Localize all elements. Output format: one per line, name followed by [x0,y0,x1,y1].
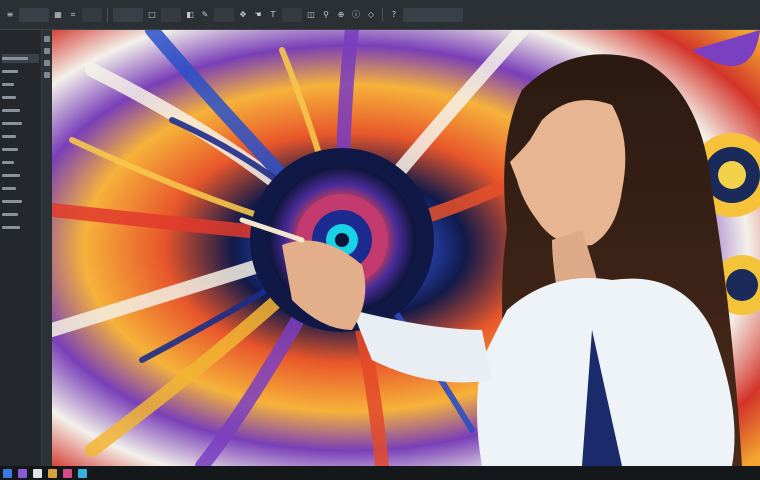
app-icon[interactable] [63,468,72,478]
shape-icon[interactable]: ◇ [365,8,377,22]
tool-strip [42,30,52,466]
start-icon[interactable] [3,468,12,478]
tool-icon[interactable] [44,60,50,66]
panel-item[interactable] [2,158,39,167]
photo-editor-window: ≡ ▦ ⌗ □ ◧ ✎ ✥ ☚ T ◫ ⚲ ⊕ ⓘ ◇ ? [0,0,760,480]
tool-preset-button[interactable] [82,7,102,22]
toolbar-divider [382,7,383,22]
workspace-button[interactable] [403,7,463,22]
eraser-icon[interactable]: ◫ [305,8,317,22]
pen-icon[interactable]: ✎ [199,8,211,22]
files-icon[interactable] [48,468,57,478]
panel-item[interactable] [2,171,39,180]
panel-item[interactable] [2,184,39,193]
panel-item[interactable] [2,132,39,141]
toolbar-divider [107,7,108,22]
opacity-button[interactable] [214,7,234,22]
zoom-icon[interactable]: ⊕ [335,8,347,22]
media-icon[interactable] [33,468,42,478]
panel-item[interactable] [2,93,39,102]
brush-options-button[interactable] [161,7,181,22]
layer-icon[interactable]: ◧ [184,8,196,22]
tool-icon[interactable] [44,72,50,78]
tool-icon[interactable] [44,36,50,42]
panel-item[interactable] [2,210,39,219]
flow-button[interactable] [282,7,302,22]
panel-item[interactable] [2,223,39,232]
artwork-illustration [52,30,760,466]
tool-icon[interactable] [44,48,50,54]
menu-icon[interactable]: ≡ [4,8,16,22]
panel-item[interactable] [2,80,39,89]
file-tab-button[interactable] [19,7,49,22]
info-icon[interactable]: ⓘ [350,8,362,22]
panel-item[interactable] [2,67,39,76]
square-icon[interactable]: □ [146,8,158,22]
move-icon[interactable]: ✥ [237,8,249,22]
app-icon[interactable] [78,468,87,478]
panel-item[interactable] [2,54,39,63]
hand-icon[interactable]: ☚ [252,8,264,22]
browser-icon[interactable] [18,468,27,478]
eyedropper-icon[interactable]: ⚲ [320,8,332,22]
crop-icon[interactable]: ⌗ [67,8,79,22]
image-canvas[interactable] [52,30,760,466]
top-toolbar: ≡ ▦ ⌗ □ ◧ ✎ ✥ ☚ T ◫ ⚲ ⊕ ⓘ ◇ ? [0,0,760,30]
panel-item[interactable] [2,197,39,206]
mode-select-button[interactable] [113,7,143,22]
layers-panel [0,30,42,466]
panel-item[interactable] [2,145,39,154]
taskbar [0,466,760,480]
text-icon[interactable]: T [267,8,279,22]
panel-item[interactable] [2,106,39,115]
panel-item[interactable] [2,119,39,128]
help-icon[interactable]: ? [388,8,400,22]
grid-icon[interactable]: ▦ [52,8,64,22]
